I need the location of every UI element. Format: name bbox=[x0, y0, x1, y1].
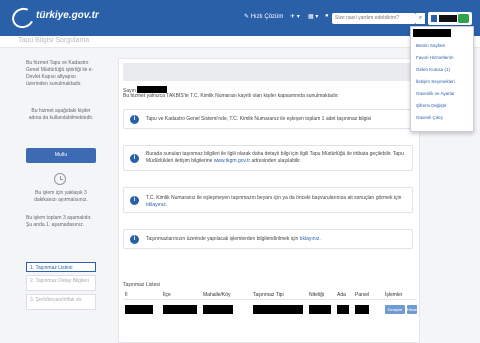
menu-item-logout[interactable]: Güvenli Çıkış bbox=[416, 115, 443, 120]
cell-redacted bbox=[203, 305, 233, 314]
wrench-icon: ✎ bbox=[244, 14, 251, 20]
column-header: Parsel bbox=[355, 292, 370, 298]
steps-note: Bu işlem toplam 3 aşamalıdır. Şu anda 1.… bbox=[26, 215, 92, 228]
menu-item-inbox[interactable]: Gelen Kutusu (1) bbox=[416, 67, 450, 72]
pin-menu-button[interactable]: ✈ ▾ bbox=[290, 13, 300, 20]
user-name-redacted bbox=[137, 86, 168, 93]
service-note: Bu hizmet yalnızca TAKBİS'te T.C. Kimlik… bbox=[123, 93, 339, 99]
grid-menu-button[interactable]: ▦ ▾ bbox=[308, 13, 318, 20]
search-input[interactable]: Size nasıl yardım edebilirim? bbox=[332, 13, 416, 24]
step-1[interactable]: 1. Taşınmaz Listesi bbox=[26, 262, 96, 272]
time-note: Bu işlem için yaklaşık 3 dakikanızı ayır… bbox=[34, 190, 88, 203]
page-subheader: Tapu Bilgisi Sorgulama bbox=[0, 36, 480, 48]
menu-item-change-password[interactable]: Şifremi Değiştir bbox=[416, 103, 447, 108]
info-box-match-count: i Tapu ve Kadastro Genel Sistemi'nde, T.… bbox=[123, 109, 413, 129]
menu-item-security-settings[interactable]: Güvenlik ve Ayarlar bbox=[416, 91, 455, 96]
user-icon bbox=[431, 15, 437, 22]
tkgm-link[interactable]: www.tkgm.gov.tr bbox=[214, 158, 250, 164]
unmatched-link[interactable]: tıklayınız bbox=[146, 202, 166, 208]
pin-icon: ✈ bbox=[290, 14, 297, 20]
share-info-button[interactable]: Hisse Bilgileri bbox=[407, 305, 420, 321]
search-icon[interactable]: ⌕ bbox=[416, 13, 425, 24]
menu-item-favorites[interactable]: Favori Hizmetlerim bbox=[416, 55, 454, 60]
header-banner bbox=[123, 63, 417, 81]
logo-text: türkiye.gov.tr bbox=[36, 10, 99, 21]
column-header: Mahalle/Köy bbox=[203, 292, 231, 298]
accessibility-icon[interactable]: ● bbox=[325, 13, 329, 19]
info-icon: i bbox=[130, 154, 139, 163]
page-title: Tapu Bilgisi Sorgulama bbox=[18, 37, 90, 44]
top-bar: türkiye.gov.tr ✎ Hızlı Çözüm ✈ ▾ ▦ ▾ ● S… bbox=[0, 0, 480, 36]
step-3[interactable]: 3. Şerh/beyan/irtifak vb. bbox=[26, 294, 96, 310]
menu-item-my-page[interactable]: Benim Sayfam bbox=[416, 43, 445, 48]
cell-redacted bbox=[355, 305, 369, 314]
main-card: Sayın Bu hizmet yalnızca TAKBİS'te T.C. … bbox=[118, 58, 420, 343]
service-intro-text: Bu hizmet Tapu ve Kadastro Genel Müdürlü… bbox=[26, 60, 94, 87]
column-header: İşlemler bbox=[385, 292, 403, 298]
cell-redacted bbox=[125, 305, 153, 314]
info-box-contact: i Burada sunulan taşınmaz bilgileri ile … bbox=[123, 145, 413, 171]
info-box-unmatched: i T.C. Kimlik Numaranız ile eşleşmeyen t… bbox=[123, 187, 413, 213]
info-icon: i bbox=[130, 196, 139, 205]
notify-link[interactable]: tıklayınız bbox=[300, 236, 320, 242]
clock-icon bbox=[54, 173, 66, 185]
user-dropdown-menu: Benim Sayfam Favori Hizmetlerim Gelen Ku… bbox=[410, 26, 474, 132]
column-header: Taşınmaz Tipi bbox=[253, 292, 284, 298]
cell-redacted bbox=[253, 305, 303, 314]
cell-redacted bbox=[163, 305, 197, 314]
user-menu-button[interactable] bbox=[428, 12, 472, 25]
user-name-redacted bbox=[439, 15, 457, 22]
cell-redacted bbox=[337, 305, 349, 314]
mutlu-button[interactable]: Mutlu bbox=[26, 148, 96, 163]
details-button[interactable]: Detaylar bbox=[385, 305, 405, 314]
info-icon: i bbox=[130, 235, 139, 244]
info-box-notify: i Taşınmazlarınızın üzerinde yapılacak i… bbox=[123, 229, 413, 249]
column-header: Ada bbox=[337, 292, 346, 298]
table-header: İl İlçe Mahalle/Köy Taşınmaz Tipi Niteli… bbox=[123, 291, 417, 300]
column-header: İlçe bbox=[163, 292, 171, 298]
quick-solution-button[interactable]: ✎ Hızlı Çözüm bbox=[244, 13, 283, 20]
menu-item-contact-options[interactable]: İletişim Seçenekleri bbox=[416, 79, 455, 84]
cell-redacted bbox=[309, 305, 331, 314]
table-row: Detaylar Hisse Bilgileri bbox=[123, 302, 420, 321]
info-icon: i bbox=[130, 115, 139, 124]
table-title: Taşınmaz Listesi bbox=[123, 282, 160, 288]
column-header: İl bbox=[125, 292, 128, 298]
turkiye-gov-logo[interactable]: türkiye.gov.tr bbox=[9, 4, 122, 32]
logo-swoosh-icon bbox=[9, 4, 37, 32]
column-header: Niteliği bbox=[309, 292, 325, 298]
status-badge bbox=[458, 14, 469, 23]
step-2[interactable]: 2. Taşınmaz Detay Bilgileri bbox=[26, 275, 96, 291]
dropdown-user-redacted bbox=[413, 29, 451, 37]
service-contact-text: Bu hizmet aşağıdaki kişiler adına da kul… bbox=[28, 108, 94, 121]
